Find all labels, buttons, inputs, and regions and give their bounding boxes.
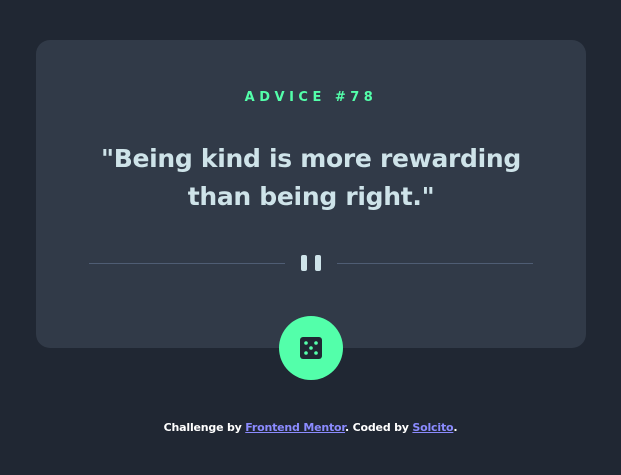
new-advice-button[interactable] bbox=[279, 316, 343, 380]
divider-line-left bbox=[89, 263, 285, 264]
advice-quote: "Being kind is more rewarding than being… bbox=[101, 144, 521, 211]
attribution-middle: . Coded by bbox=[345, 421, 413, 434]
attribution-suffix: . bbox=[453, 421, 458, 434]
advice-card: ADVICE #78 "Being kind is more rewarding… bbox=[36, 40, 586, 348]
pause-bar-left bbox=[301, 255, 307, 271]
attribution-prefix: Challenge by bbox=[163, 421, 246, 434]
attribution: Challenge by Frontend Mentor. Coded by S… bbox=[0, 421, 621, 434]
divider-line-right bbox=[337, 263, 533, 264]
advice-number: ADVICE #78 bbox=[244, 90, 378, 105]
frontend-mentor-link[interactable]: Frontend Mentor bbox=[245, 421, 345, 434]
pause-bar-right bbox=[315, 255, 321, 271]
author-link[interactable]: Solcito bbox=[412, 421, 453, 434]
divider bbox=[89, 255, 533, 271]
pause-icon bbox=[301, 255, 321, 271]
dice-icon bbox=[300, 337, 322, 359]
